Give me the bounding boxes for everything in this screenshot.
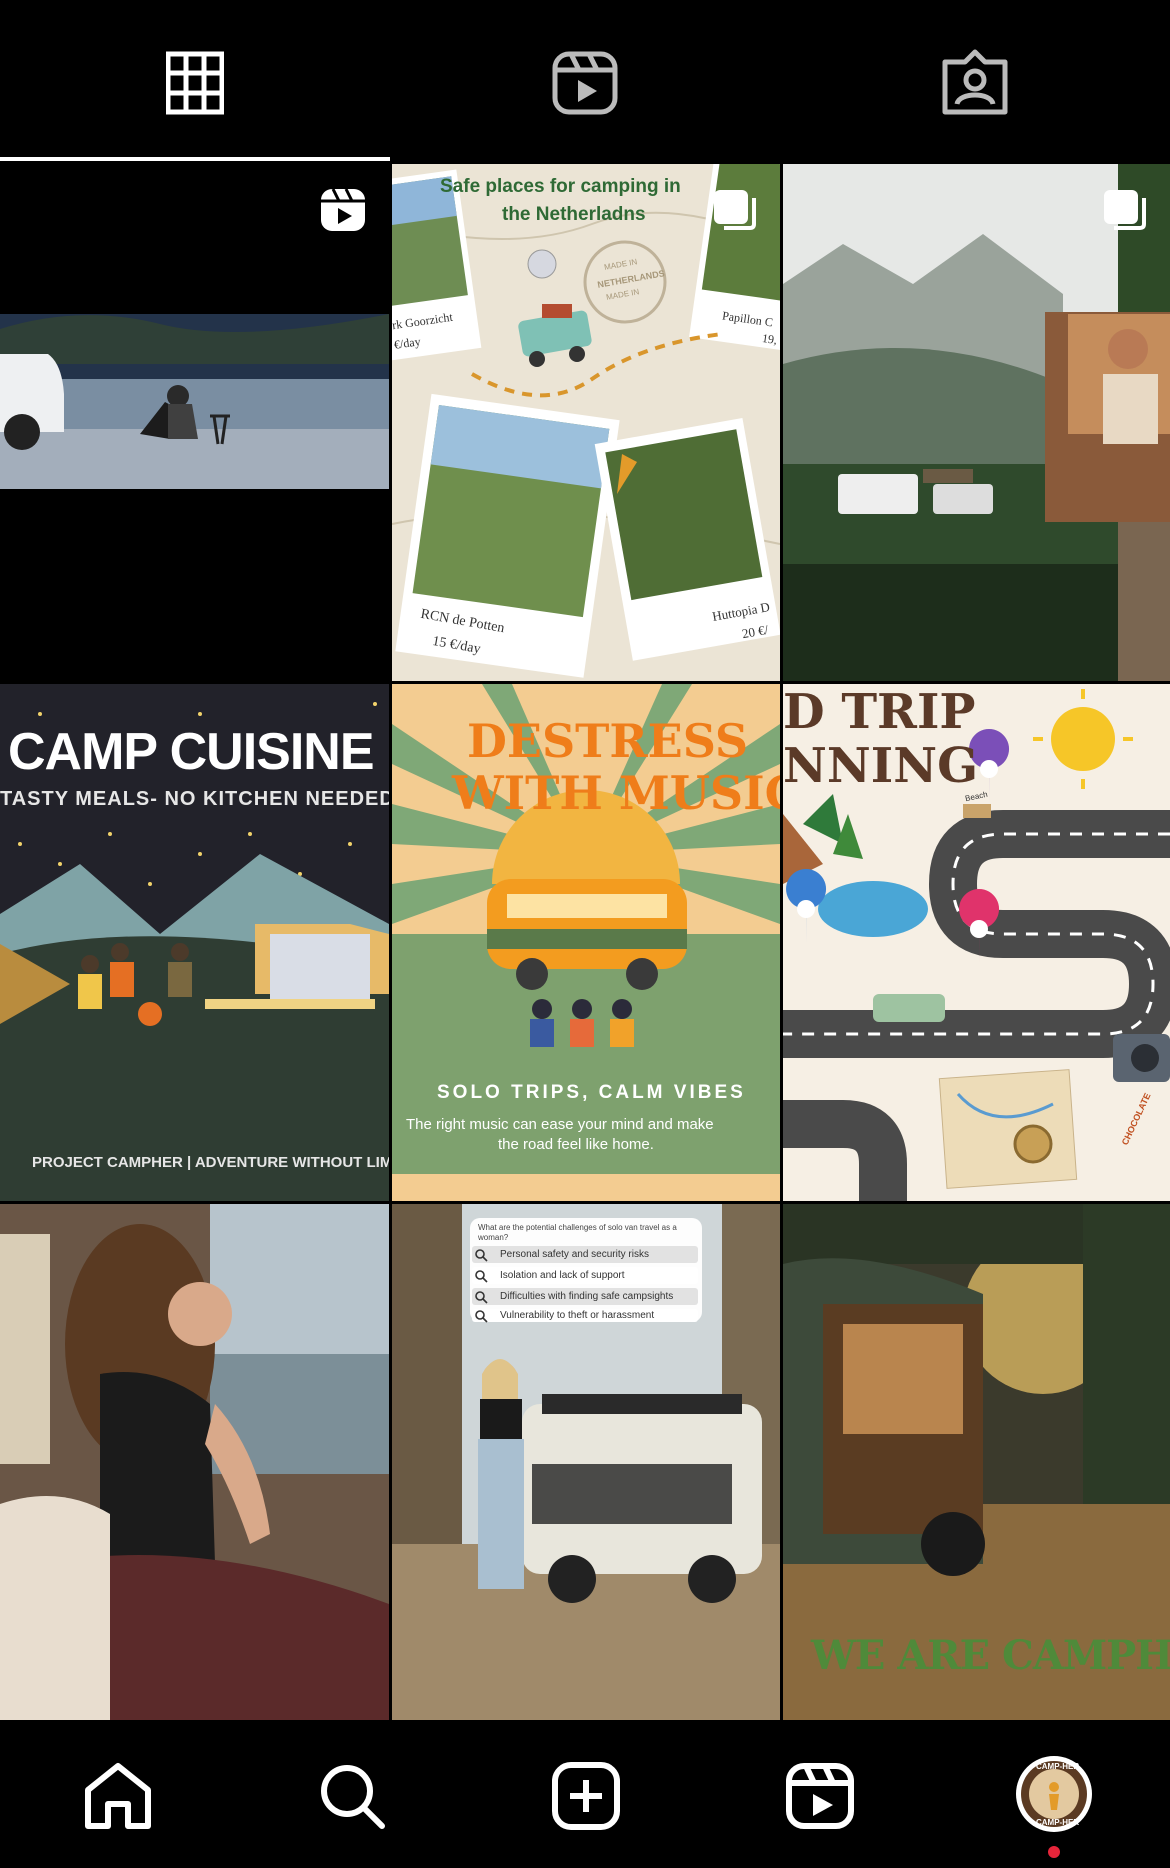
post-image <box>0 164 389 681</box>
profile-tabs <box>0 0 1170 164</box>
post-title-line1: D TRIP <box>783 684 976 740</box>
create-icon <box>552 1762 620 1830</box>
poll-option-label: Difficulties with finding safe campsight… <box>500 1291 674 1302</box>
tab-reels[interactable] <box>390 0 780 164</box>
poll-option-label: Isolation and lack of support <box>500 1270 625 1281</box>
post-caption: WE ARE CAMPHER <box>811 1632 1170 1679</box>
post-body-line1: The right music can ease your mind and m… <box>406 1116 714 1133</box>
search-icon <box>475 1291 488 1304</box>
post-title-line1: Safe places for camping in <box>440 176 681 197</box>
post-woman-in-van[interactable] <box>0 1204 389 1720</box>
nav-create[interactable] <box>548 1758 624 1834</box>
search-icon <box>321 1765 385 1829</box>
nav-home[interactable] <box>80 1758 156 1834</box>
reels-icon <box>552 51 618 115</box>
nav-profile[interactable]: CAMP-HER CAMP-HER <box>1014 1754 1094 1834</box>
post-body-line2: the road feel like home. <box>498 1136 654 1153</box>
home-icon <box>85 1763 151 1829</box>
bottom-navigation: CAMP-HER CAMP-HER <box>0 1720 1170 1868</box>
carousel-icon <box>714 190 756 230</box>
nav-reels[interactable] <box>782 1758 858 1834</box>
avatar-text: CAMP-HER <box>1036 1818 1080 1827</box>
poll-question-line2: woman? <box>478 1233 509 1242</box>
post-image <box>392 164 780 681</box>
avatar-text: CAMP-HER <box>1036 1762 1080 1771</box>
carousel-icon <box>1104 190 1146 230</box>
grid-icon <box>166 51 224 115</box>
poll-question-line1: What are the potential challenges of sol… <box>478 1223 677 1232</box>
post-subtitle: TASTY MEALS- NO KITCHEN NEEDED <box>0 788 389 810</box>
post-image <box>0 1204 389 1720</box>
post-camp-cuisine[interactable]: CAMP CUISINE TASTY MEALS- NO KITCHEN NEE… <box>0 684 389 1201</box>
tab-posts-grid[interactable] <box>0 0 390 164</box>
active-tab-indicator <box>0 157 390 161</box>
photo-caption: 19, <box>761 331 778 347</box>
post-safe-places-netherlands[interactable]: Safe places for camping in the Netherlad… <box>392 164 780 681</box>
reels-icon <box>321 188 365 231</box>
tagged-icon <box>942 49 1008 115</box>
post-title-line2: WITH MUSIC <box>452 766 780 820</box>
post-we-are-campher[interactable]: WE ARE CAMPHER <box>783 1204 1170 1720</box>
post-title-line2: NNING <box>783 738 979 794</box>
tab-tagged[interactable] <box>780 0 1170 164</box>
search-icon <box>475 1249 488 1262</box>
poll-option-label: Personal safety and security risks <box>500 1249 649 1260</box>
post-title-line2: the Netherladns <box>502 204 646 225</box>
posts-grid: Safe places for camping in the Netherlad… <box>0 164 1170 1720</box>
search-icon <box>475 1270 488 1283</box>
post-image <box>783 164 1170 681</box>
poll-option-label: Vulnerability to theft or harassment <box>500 1310 655 1321</box>
post-title-line1: DESTRESS <box>467 714 749 768</box>
search-icon <box>475 1310 488 1323</box>
post-footer: PROJECT CAMPHER | ADVENTURE WITHOUT LIMI… <box>32 1154 389 1171</box>
post-destress-music[interactable]: DESTRESS WITH MUSIC SOLO TRIPS, CALM VIB… <box>392 684 780 1201</box>
notification-dot <box>1048 1846 1060 1858</box>
post-solo-van-poll[interactable]: What are the potential challenges of sol… <box>392 1204 780 1720</box>
post-van-lake[interactable] <box>0 164 389 681</box>
reels-icon <box>786 1763 854 1829</box>
post-subtitle: SOLO TRIPS, CALM VIBES <box>437 1082 746 1103</box>
post-mountain-van[interactable] <box>783 164 1170 681</box>
post-title: CAMP CUISINE <box>8 723 375 781</box>
nav-search[interactable] <box>314 1758 390 1834</box>
post-road-trip-planning[interactable]: D TRIP NNING Beach CHOCOLATE <box>783 684 1170 1201</box>
